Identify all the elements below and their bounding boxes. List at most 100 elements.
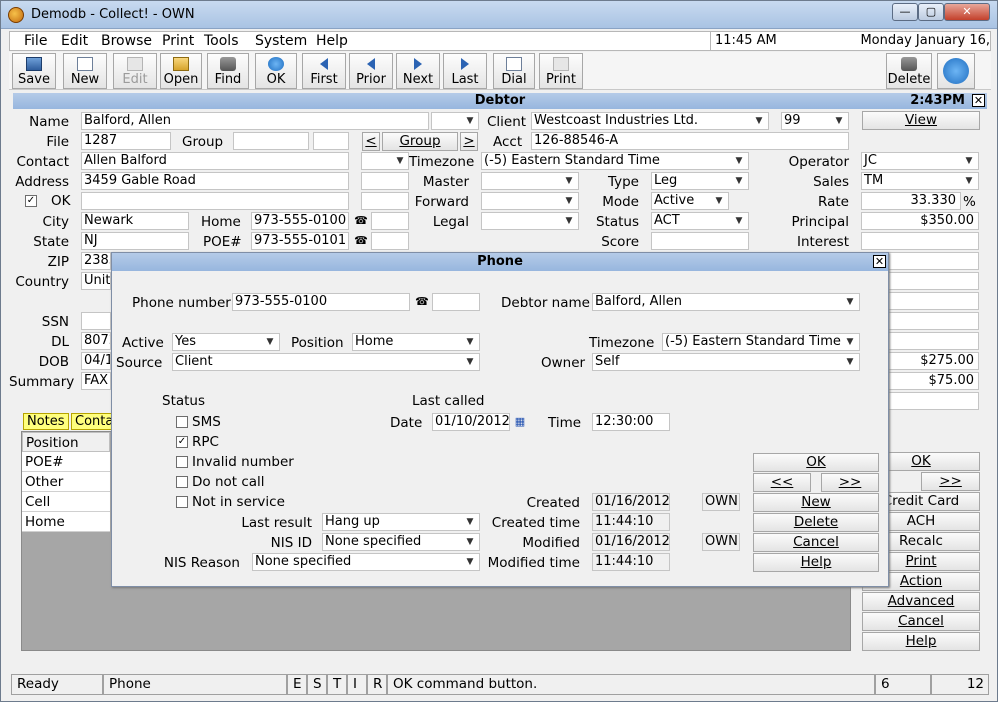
interest-field[interactable] (861, 232, 979, 250)
new-button[interactable]: New (63, 53, 107, 89)
group-button[interactable]: Group (382, 132, 458, 151)
phone-icon[interactable]: ☎ (414, 294, 430, 310)
ok-button[interactable]: OK (255, 53, 297, 89)
menu-print[interactable]: Print (162, 33, 194, 49)
ssn-field[interactable] (81, 312, 111, 330)
principal-field[interactable]: $350.00 (861, 212, 979, 230)
help-assistant-button[interactable] (937, 53, 975, 89)
tab-notes[interactable]: Notes (23, 413, 69, 430)
last-result-select[interactable]: Hang up (322, 513, 480, 531)
file-field[interactable]: 1287 (81, 132, 171, 150)
debtor-close-button[interactable]: ✕ (972, 94, 985, 107)
calendar-icon[interactable]: ▦ (512, 414, 528, 430)
last-button[interactable]: Last (443, 53, 487, 89)
owner-select[interactable]: Self (592, 353, 860, 371)
address2-field[interactable] (81, 192, 349, 210)
summary-field[interactable]: FAX (81, 372, 111, 390)
position-select[interactable]: Home (352, 333, 480, 351)
amount-field-2[interactable] (887, 272, 979, 290)
do-not-call-checkbox[interactable] (176, 476, 188, 488)
chevron-down-icon[interactable]: ▼ (961, 153, 977, 169)
sms-checkbox[interactable] (176, 416, 188, 428)
menu-system[interactable]: System (255, 33, 307, 49)
ok-checkbox[interactable]: ✓ (25, 195, 37, 207)
chevron-down-icon[interactable]: ▼ (831, 113, 847, 129)
group-next-button[interactable]: > (460, 132, 478, 151)
phone-ext-field[interactable] (432, 293, 480, 311)
dob-field[interactable]: 04/1: (81, 352, 111, 370)
chevron-down-icon[interactable]: ▼ (842, 294, 858, 310)
chevron-down-icon[interactable]: ▼ (731, 153, 747, 169)
score-field[interactable] (651, 232, 749, 250)
phone-timezone-select[interactable]: (-5) Eastern Standard Time (662, 333, 860, 351)
edit-button[interactable]: Edit (113, 53, 157, 89)
view-button[interactable]: View (862, 111, 980, 130)
poe-ext-field[interactable] (371, 232, 409, 250)
chevron-down-icon[interactable]: ▼ (462, 354, 478, 370)
delete-button[interactable]: Delete (886, 53, 932, 89)
group-field[interactable] (233, 132, 309, 150)
open-button[interactable]: Open (160, 53, 202, 89)
save-button[interactable]: Save (12, 53, 56, 89)
rate-field[interactable]: 33.330 (861, 192, 961, 210)
chevron-down-icon[interactable]: ▼ (462, 514, 478, 530)
dl-field[interactable]: 8072 (81, 332, 111, 350)
country-field[interactable]: Unite (81, 272, 111, 290)
chevron-down-icon[interactable]: ▼ (751, 113, 767, 129)
not-in-service-checkbox[interactable] (176, 496, 188, 508)
phone-number-field[interactable]: 973-555-0100 (232, 293, 410, 311)
chevron-down-icon[interactable]: ▼ (462, 334, 478, 350)
maximize-button[interactable]: ▢ (918, 3, 944, 21)
amount-field-7[interactable]: $75.00 (887, 372, 979, 390)
chevron-down-icon[interactable]: ▼ (731, 173, 747, 189)
find-button[interactable]: Find (207, 53, 249, 89)
amount-field-1[interactable] (887, 252, 979, 270)
menu-edit[interactable]: Edit (61, 33, 88, 49)
poe-phone-field[interactable]: 973-555-0101 (251, 232, 349, 250)
group-prev-button[interactable]: < (362, 132, 380, 151)
chevron-down-icon[interactable]: ▼ (561, 193, 577, 209)
table-row[interactable]: Cell (22, 492, 110, 512)
side-cancel-button[interactable]: Cancel (862, 612, 980, 631)
menu-file[interactable]: File (24, 33, 47, 49)
chevron-down-icon[interactable]: ▼ (842, 354, 858, 370)
phone-prev-button[interactable]: << (753, 473, 811, 492)
side-next-button[interactable]: >> (921, 472, 980, 491)
phone-icon[interactable]: ☎ (353, 233, 369, 249)
source-select[interactable]: Client (172, 353, 480, 371)
amount-field-5[interactable] (887, 332, 979, 350)
nis-id-select[interactable]: None specified (322, 533, 480, 551)
phone-new-button[interactable]: New (753, 493, 879, 512)
nis-reason-select[interactable]: None specified (252, 553, 480, 571)
close-window-button[interactable]: ✕ (944, 3, 990, 21)
client-field[interactable]: Westcoast Industries Ltd. (531, 112, 769, 130)
menu-help[interactable]: Help (316, 33, 348, 49)
chevron-down-icon[interactable]: ▼ (842, 334, 858, 350)
table-row[interactable]: Other (22, 472, 110, 492)
address2-extra-field[interactable] (361, 192, 409, 210)
home-phone-field[interactable]: 973-555-0100 (251, 212, 349, 230)
print-button[interactable]: Print (539, 53, 583, 89)
name-field[interactable]: Balford, Allen (81, 112, 429, 130)
phone-next-button[interactable]: >> (821, 473, 879, 492)
first-button[interactable]: First (302, 53, 346, 89)
menu-tools[interactable]: Tools (204, 33, 239, 49)
rpc-checkbox[interactable]: ✓ (176, 436, 188, 448)
advanced-button[interactable]: Advanced (862, 592, 980, 611)
invalid-number-checkbox[interactable] (176, 456, 188, 468)
chevron-down-icon[interactable]: ▼ (462, 113, 478, 129)
contact-field[interactable]: Allen Balford (81, 152, 349, 170)
phone-cancel-button[interactable]: Cancel (753, 533, 879, 552)
chevron-down-icon[interactable]: ▼ (392, 153, 408, 169)
amount-field-4[interactable] (887, 312, 979, 330)
amount-field-8[interactable] (887, 392, 979, 410)
amount-field-6[interactable]: $275.00 (887, 352, 979, 370)
home-ext-field[interactable] (371, 212, 409, 230)
zip-field[interactable]: 2385 (81, 252, 111, 270)
chevron-down-icon[interactable]: ▼ (961, 173, 977, 189)
address-extra-field[interactable] (361, 172, 409, 190)
phone-help-button[interactable]: Help (753, 553, 879, 572)
state-field[interactable]: NJ (81, 232, 189, 250)
chevron-down-icon[interactable]: ▼ (561, 213, 577, 229)
group-code-field[interactable] (313, 132, 349, 150)
